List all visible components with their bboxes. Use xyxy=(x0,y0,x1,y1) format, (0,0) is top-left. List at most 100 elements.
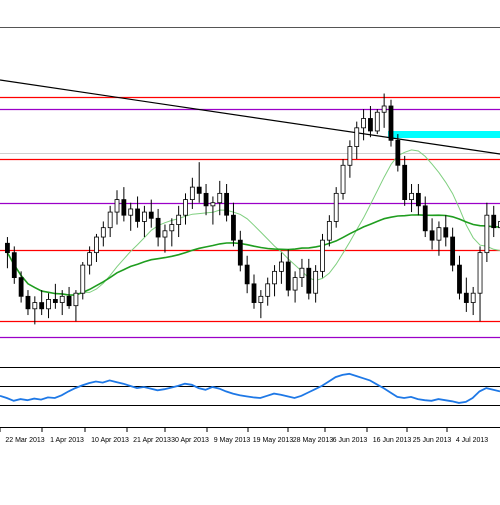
candle-body xyxy=(5,242,10,254)
candle xyxy=(25,290,31,316)
candle xyxy=(100,221,106,247)
candle xyxy=(313,265,319,303)
candle-body xyxy=(251,283,257,303)
x-tick-label: 16 Jun 2013 xyxy=(373,437,412,444)
candle xyxy=(32,296,38,325)
candle xyxy=(333,187,339,228)
candle xyxy=(114,190,120,225)
candle-body xyxy=(395,139,401,166)
candle xyxy=(463,277,469,312)
candle xyxy=(457,255,462,300)
candle-body xyxy=(244,264,250,285)
candle xyxy=(251,274,257,309)
candle xyxy=(484,202,490,262)
candle-body xyxy=(436,227,442,241)
candle xyxy=(470,286,476,316)
x-tick-label: 6 Jun 2013 xyxy=(333,437,368,444)
candle-body xyxy=(340,164,346,194)
candle-body xyxy=(292,277,298,291)
candle-body xyxy=(169,224,175,232)
candle-body xyxy=(18,277,24,297)
candle-body xyxy=(470,292,476,303)
candle xyxy=(422,196,428,238)
candle xyxy=(285,249,291,297)
candle-body xyxy=(107,211,113,229)
candle xyxy=(272,265,277,297)
candle xyxy=(107,205,113,238)
candle-body xyxy=(361,118,366,129)
candle-body xyxy=(52,299,58,303)
candle xyxy=(299,258,305,287)
candle-body xyxy=(66,295,72,307)
candle-body xyxy=(162,230,168,238)
candle-body xyxy=(258,295,264,303)
candle-body xyxy=(484,214,490,254)
candle-body xyxy=(203,192,209,207)
candle-body xyxy=(354,127,360,147)
candle xyxy=(340,159,346,200)
chart-window: 22 Mar 2013 1 Apr 2013 10 Apr 2013 21 Apr 2… xyxy=(0,0,500,500)
candle xyxy=(142,205,147,238)
candle xyxy=(258,290,264,319)
candle-body xyxy=(80,264,86,294)
candle xyxy=(210,196,216,225)
candle-body xyxy=(477,252,483,294)
candle-body xyxy=(409,192,414,201)
candle-body xyxy=(87,252,93,266)
candle xyxy=(224,184,230,222)
candle xyxy=(73,290,79,322)
x-tick-label: 22 Mar 2013 xyxy=(5,437,44,444)
trendline xyxy=(0,79,500,155)
candle xyxy=(491,205,497,238)
candle-body xyxy=(333,192,339,222)
candle xyxy=(429,218,435,250)
x-tick-label: 28 May 2013 xyxy=(293,437,334,444)
candle-body xyxy=(374,111,380,132)
candle-body xyxy=(114,199,120,213)
candle xyxy=(135,196,140,228)
candle-body xyxy=(39,302,45,310)
candle-body xyxy=(135,208,140,222)
candle-body xyxy=(450,236,456,266)
candle xyxy=(231,202,236,247)
x-tick-label: 30 Apr 2013 xyxy=(171,437,209,444)
candle-body xyxy=(121,199,127,216)
candle xyxy=(176,205,182,238)
candle-body xyxy=(388,105,394,141)
candle xyxy=(265,277,271,306)
candle xyxy=(169,218,175,247)
candle-body xyxy=(237,239,243,266)
candle xyxy=(244,255,250,294)
candle xyxy=(5,237,10,269)
candle-body xyxy=(429,230,435,241)
candle xyxy=(347,140,353,178)
candle-body xyxy=(73,292,79,307)
candle-body xyxy=(183,199,188,216)
candle-body xyxy=(320,239,325,272)
candle-body xyxy=(100,227,106,238)
candle xyxy=(395,134,401,172)
candle xyxy=(368,106,373,138)
candle-body xyxy=(224,192,230,216)
candle-body xyxy=(59,295,65,303)
candle-body xyxy=(94,236,99,254)
x-tick-label: 21 Apr 2013 xyxy=(133,437,171,444)
candle-body xyxy=(457,264,462,294)
candle xyxy=(52,283,58,309)
candle xyxy=(443,215,449,247)
candle xyxy=(66,286,72,309)
candle-body xyxy=(128,208,134,216)
candle-body xyxy=(210,202,216,207)
candle xyxy=(11,246,17,284)
candle xyxy=(402,155,408,206)
candle-body xyxy=(155,217,161,238)
candle xyxy=(155,208,161,247)
x-tick-label: 4 Jul 2013 xyxy=(456,437,488,444)
oscillator-panel xyxy=(0,367,500,406)
candle xyxy=(46,293,51,319)
candle xyxy=(320,233,325,278)
candle-body xyxy=(463,292,469,303)
candle-body xyxy=(415,192,421,207)
candle xyxy=(381,93,387,128)
price-panel xyxy=(0,27,500,339)
